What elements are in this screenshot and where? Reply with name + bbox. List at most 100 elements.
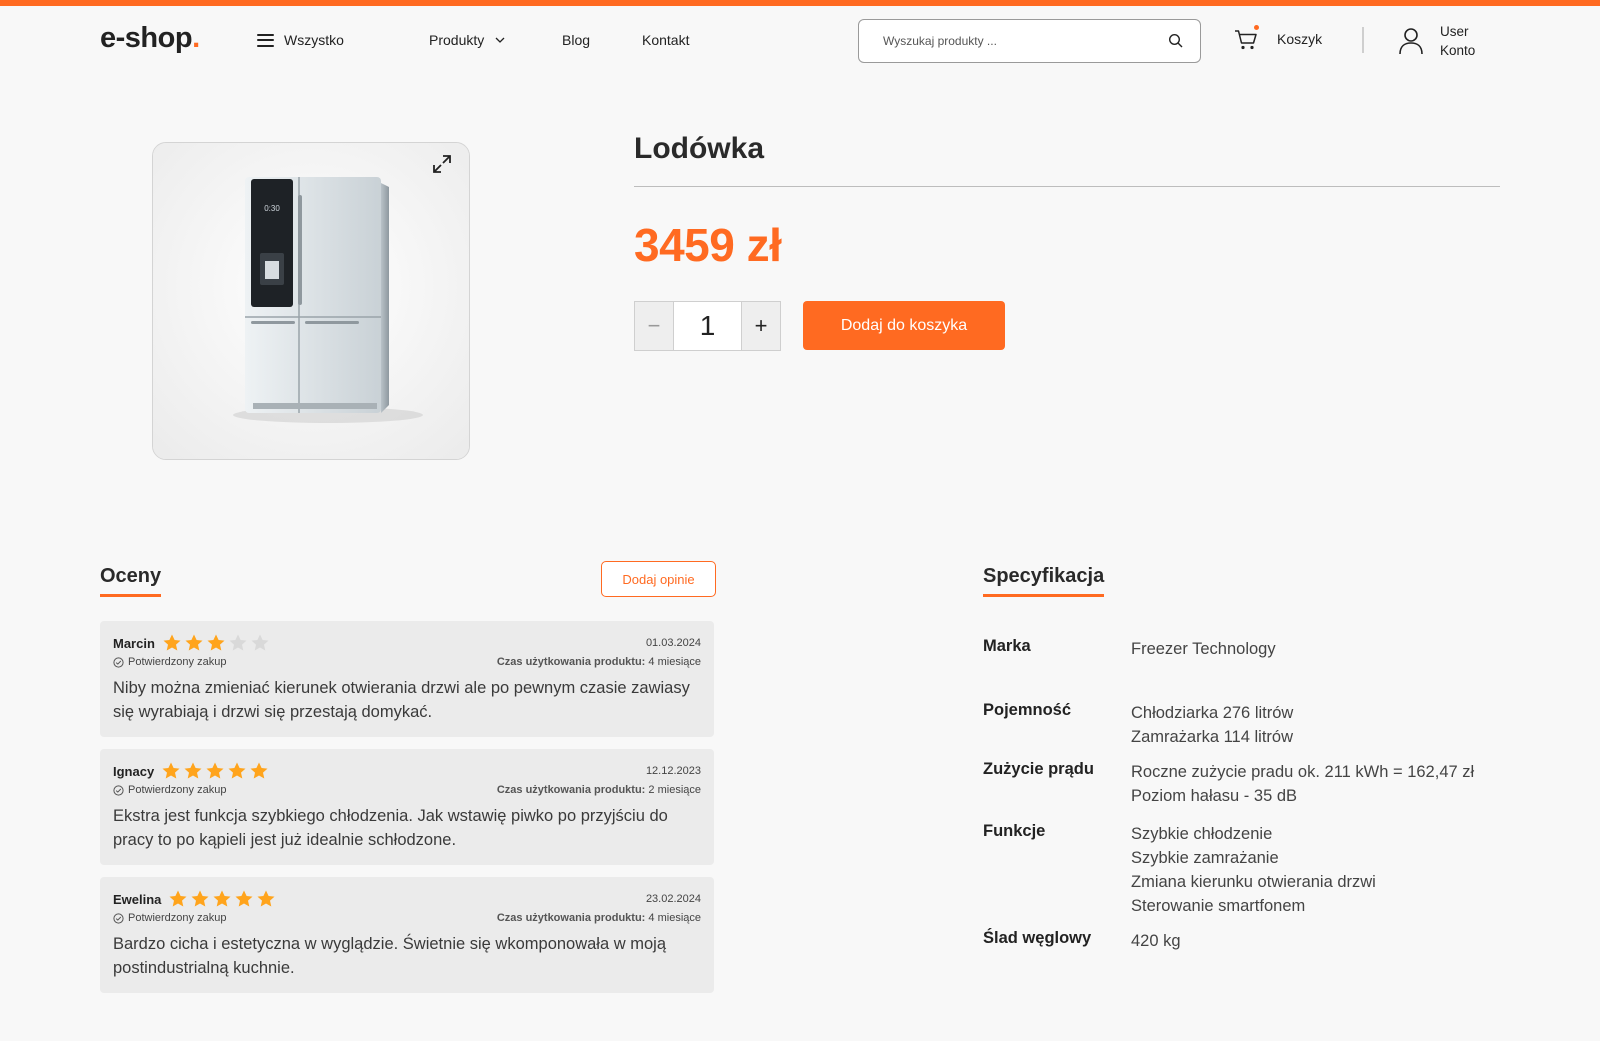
star-filled-icon	[191, 890, 209, 907]
nav-contact-label: Kontakt	[642, 32, 690, 48]
hamburger-icon	[257, 33, 274, 47]
specs-title-underline	[983, 594, 1105, 597]
usage-value: 4 miesiące	[648, 912, 701, 924]
spec-row: Zużycie prądu Roczne zużycie pradu ok. 21…	[983, 760, 1474, 808]
cart-badge-dot	[1254, 25, 1259, 30]
spec-values: Freezer Technology	[1131, 637, 1276, 661]
logo[interactable]: e-shop.	[100, 22, 200, 55]
spec-value: Freezer Technology	[1131, 640, 1276, 658]
star-filled-icon	[169, 890, 187, 907]
spec-value: Zamrażarka 114 litrów	[1131, 728, 1293, 746]
account-button[interactable]: User Konto	[1398, 22, 1475, 60]
spec-key: Funkcje	[983, 822, 1046, 840]
spec-row: Marka Freezer Technology	[983, 637, 1276, 661]
check-circle-icon	[113, 912, 124, 924]
verified-label: Potwierdzony zakup	[128, 784, 227, 796]
menu-all-button[interactable]: Wszystko	[257, 32, 344, 48]
verified-purchase: Potwierdzony zakup	[113, 784, 226, 796]
rating-stars	[162, 633, 270, 653]
cart-button[interactable]: Koszyk	[1233, 25, 1323, 52]
usage-time: Czas użytkowania produktu: 2 miesiące	[497, 784, 701, 796]
cart-icon	[1233, 25, 1259, 52]
specs-title: Specyfikacja	[983, 565, 1105, 597]
spec-value: Chłodziarka 276 litrów	[1131, 704, 1294, 722]
check-circle-icon	[113, 784, 124, 796]
add-review-button[interactable]: Dodaj opinie	[601, 561, 716, 597]
user-icon	[1399, 28, 1423, 55]
add-to-cart-button[interactable]: Dodaj do koszyka	[803, 301, 1005, 350]
verified-purchase: Potwierdzony zakup	[113, 912, 226, 924]
reviewer-name: Marcin	[113, 635, 155, 651]
spec-key: Pojemność	[983, 701, 1072, 719]
review-card: Ewelina 23.02.2024 Potwierdzony zakup Cz…	[100, 877, 714, 993]
product-title: Lodówka	[634, 132, 765, 165]
spec-value: Roczne zużycie pradu ok. 211 kWh = 162,4…	[1131, 763, 1475, 781]
logo-dot: .	[192, 22, 200, 54]
review-date: 23.02.2024	[645, 893, 701, 905]
review-text: Ekstra jest funkcja szybkiego chłodzenia…	[113, 807, 668, 849]
star-empty-icon	[229, 634, 247, 651]
star-filled-icon	[207, 634, 225, 651]
verified-label: Potwierdzony zakup	[128, 912, 227, 924]
usage-time: Czas użytkowania produktu: 4 miesiące	[497, 912, 701, 924]
search-icon[interactable]	[1168, 33, 1184, 49]
account-user: User	[1440, 24, 1469, 39]
reviews-title: Oceny	[100, 565, 162, 597]
reviews-title-underline	[100, 594, 162, 597]
spec-key: Marka	[983, 637, 1031, 655]
quantity-decrease-button[interactable]: −	[635, 302, 674, 350]
nav-products-label: Produkty	[429, 32, 485, 48]
spec-value: 420 kg	[1131, 932, 1181, 950]
usage-value: 4 miesiące	[648, 656, 701, 668]
star-filled-icon	[185, 634, 203, 651]
star-filled-icon	[250, 762, 268, 779]
usage-label: Czas użytkowania produktu:	[496, 656, 646, 668]
expand-icon[interactable]	[431, 153, 453, 175]
nav-products[interactable]: Produkty	[429, 32, 506, 48]
spec-row: Ślad węglowy 420 kg	[983, 929, 1181, 953]
star-filled-icon	[235, 890, 253, 907]
reviews-title-text: Oceny	[100, 565, 162, 587]
fridge-display-time: 0:30	[264, 204, 280, 213]
usage-label: Czas użytkowania produktu:	[496, 912, 646, 924]
review-date: 12.12.2023	[645, 765, 701, 777]
verified-label: Potwierdzony zakup	[128, 656, 227, 668]
star-filled-icon	[162, 762, 180, 779]
quantity-stepper: − +	[634, 301, 781, 351]
spec-value: Poziom hałasu - 35 dB	[1131, 787, 1298, 805]
spec-row: Funkcje Szybkie chłodzenie Szybkie zamraża…	[983, 822, 1376, 918]
rating-stars	[168, 889, 276, 909]
cart-label: Koszyk	[1277, 31, 1323, 47]
star-filled-icon	[206, 762, 224, 779]
spec-key: Zużycie prądu	[983, 760, 1094, 778]
star-filled-icon	[257, 890, 275, 907]
nav-contact[interactable]: Kontakt	[642, 32, 689, 48]
spec-value: Zmiana kierunku otwierania drzwi	[1131, 873, 1376, 891]
reviewer-name: Ewelina	[113, 891, 162, 907]
nav-blog-label: Blog	[562, 32, 591, 48]
spec-values: Szybkie chłodzenie Szybkie zamrażanie Zmia…	[1131, 822, 1376, 918]
reviewer-name: Ignacy	[113, 763, 155, 779]
accent-top-bar	[0, 0, 1600, 6]
product-image[interactable]: 0:30	[152, 142, 470, 460]
check-circle-icon	[113, 656, 124, 668]
star-filled-icon	[228, 762, 246, 779]
header-divider	[1362, 27, 1364, 53]
nav-blog[interactable]: Blog	[562, 32, 590, 48]
quantity-increase-button[interactable]: +	[741, 302, 780, 350]
search-input[interactable]	[883, 34, 1168, 48]
star-filled-icon	[213, 890, 231, 907]
menu-all-label: Wszystko	[284, 32, 344, 48]
usage-value: 2 miesiące	[648, 784, 701, 796]
logo-text: e-shop	[100, 22, 193, 54]
spec-row: Pojemność Chłodziarka 276 litrów Zamrażark…	[983, 701, 1293, 749]
quantity-input[interactable]	[674, 302, 741, 350]
spec-value: Sterowanie smartfonem	[1131, 897, 1306, 915]
fridge-image: 0:30	[153, 143, 469, 459]
spec-value: Szybkie chłodzenie	[1131, 825, 1273, 843]
spec-key: Ślad węglowy	[983, 929, 1092, 947]
star-filled-icon	[184, 762, 202, 779]
specs-title-text: Specyfikacja	[983, 565, 1105, 587]
review-card: Marcin 01.03.2024 Potwierdzony zakup Cza…	[100, 621, 714, 737]
search-box	[858, 19, 1201, 63]
